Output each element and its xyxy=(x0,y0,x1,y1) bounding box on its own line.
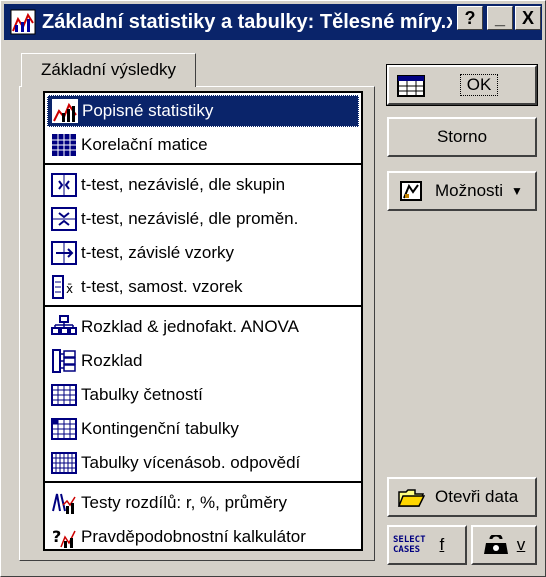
chevron-down-icon: ▼ xyxy=(511,184,523,198)
select-cases-icon: SELECT CASES xyxy=(393,535,426,555)
descriptive-stats-icon xyxy=(52,99,78,123)
list-item-label: t-test, nezávislé, dle proměn. xyxy=(81,209,299,228)
list-item-difference-tests[interactable]: Testy rozdílů: r, %, průměry xyxy=(47,487,359,519)
breakdown-icon xyxy=(52,349,76,373)
ok-button[interactable]: OK xyxy=(386,64,538,106)
list-item-label: Kontingenční tabulky xyxy=(81,419,239,438)
table-icon xyxy=(397,75,425,97)
list-item-label: t-test, nezávislé, dle skupin xyxy=(81,175,286,194)
weight-label: v xyxy=(516,535,526,554)
multiple-response-icon xyxy=(51,452,77,474)
list-item-label: Popisné statistiky xyxy=(82,101,214,120)
ttest-single-icon: x̄ xyxy=(52,275,73,299)
anova-icon xyxy=(51,315,77,335)
select-cases-label: f xyxy=(439,535,445,554)
list-item-label: Korelační matice xyxy=(81,135,208,154)
list-item-label: Rozklad & jednofakt. ANOVA xyxy=(81,317,299,336)
list-item-multiple-response[interactable]: Tabulky vícenásob. odpovědí xyxy=(47,447,359,479)
analysis-list[interactable]: Popisné statistiky Korelační matice t-te… xyxy=(43,91,363,551)
select-cases-button[interactable]: SELECT CASES f xyxy=(387,525,467,565)
list-item-label: t-test, samost. vzorek xyxy=(81,277,243,296)
list-item-frequency[interactable]: Tabulky četností xyxy=(47,379,359,411)
open-data-label: Otevři data xyxy=(435,487,519,506)
frequency-table-icon xyxy=(51,384,77,406)
list-item-crosstab[interactable]: Kontingenční tabulky xyxy=(47,413,359,445)
weight-button[interactable]: v xyxy=(471,525,537,565)
list-item-ttest-groups[interactable]: t-test, nezávislé, dle skupin xyxy=(47,169,359,201)
app-icon xyxy=(10,9,36,35)
options-icon xyxy=(400,181,422,201)
open-data-button[interactable]: Otevři data xyxy=(387,477,537,517)
list-item-anova[interactable]: Rozklad & jednofakt. ANOVA xyxy=(47,311,359,343)
correlation-matrix-icon xyxy=(52,134,76,156)
options-button[interactable]: Možnosti ▼ xyxy=(387,171,537,211)
tab-basic-results[interactable]: Základní výsledky xyxy=(21,53,196,87)
svg-text:?: ? xyxy=(52,527,61,546)
weight-icon xyxy=(483,535,508,554)
list-item-label: t-test, závislé vzorky xyxy=(81,243,235,262)
list-item-ttest-variables[interactable]: t-test, nezávislé, dle proměn. xyxy=(47,203,359,235)
list-separator xyxy=(45,163,361,165)
minimize-button[interactable]: _ xyxy=(487,6,513,30)
list-item-probability-calc[interactable]: ? Pravděpodobnostní kalkulátor xyxy=(47,521,359,553)
help-button[interactable]: ? xyxy=(457,6,483,30)
options-label: Možnosti xyxy=(435,181,504,200)
ttest-dependent-icon xyxy=(51,241,77,265)
list-item-label: Tabulky vícenásob. odpovědí xyxy=(81,453,301,472)
probability-calc-icon: ? xyxy=(52,527,76,548)
dialog-window: Základní statistiky a tabulky: Tělesné m… xyxy=(0,0,546,577)
list-item-label: Testy rozdílů: r, %, průměry xyxy=(81,493,287,512)
window-title: Základní statistiky a tabulky: Tělesné m… xyxy=(42,10,452,33)
list-item-label: Rozklad xyxy=(81,351,143,370)
ok-label: OK xyxy=(459,74,499,96)
list-item-label: Tabulky četností xyxy=(81,385,203,404)
svg-text:x̄: x̄ xyxy=(66,282,73,296)
crosstab-icon xyxy=(51,418,77,440)
list-item-ttest-dependent[interactable]: t-test, závislé vzorky xyxy=(47,237,359,269)
cancel-button[interactable]: Storno xyxy=(387,117,537,157)
ttest-groups-icon xyxy=(51,173,77,197)
list-item-breakdown[interactable]: Rozklad xyxy=(47,345,359,377)
list-separator xyxy=(45,481,361,483)
difference-tests-icon xyxy=(52,493,76,514)
ttest-variables-icon xyxy=(51,207,77,231)
list-item-ttest-single[interactable]: x̄ t-test, samost. vzorek xyxy=(47,271,359,303)
open-folder-icon xyxy=(397,489,425,507)
list-item-correlation[interactable]: Korelační matice xyxy=(47,129,359,161)
list-item-label: Pravděpodobnostní kalkulátor xyxy=(81,527,306,546)
list-item-descriptive[interactable]: Popisné statistiky xyxy=(47,95,359,127)
close-button[interactable]: X xyxy=(515,6,541,30)
list-separator xyxy=(45,305,361,307)
